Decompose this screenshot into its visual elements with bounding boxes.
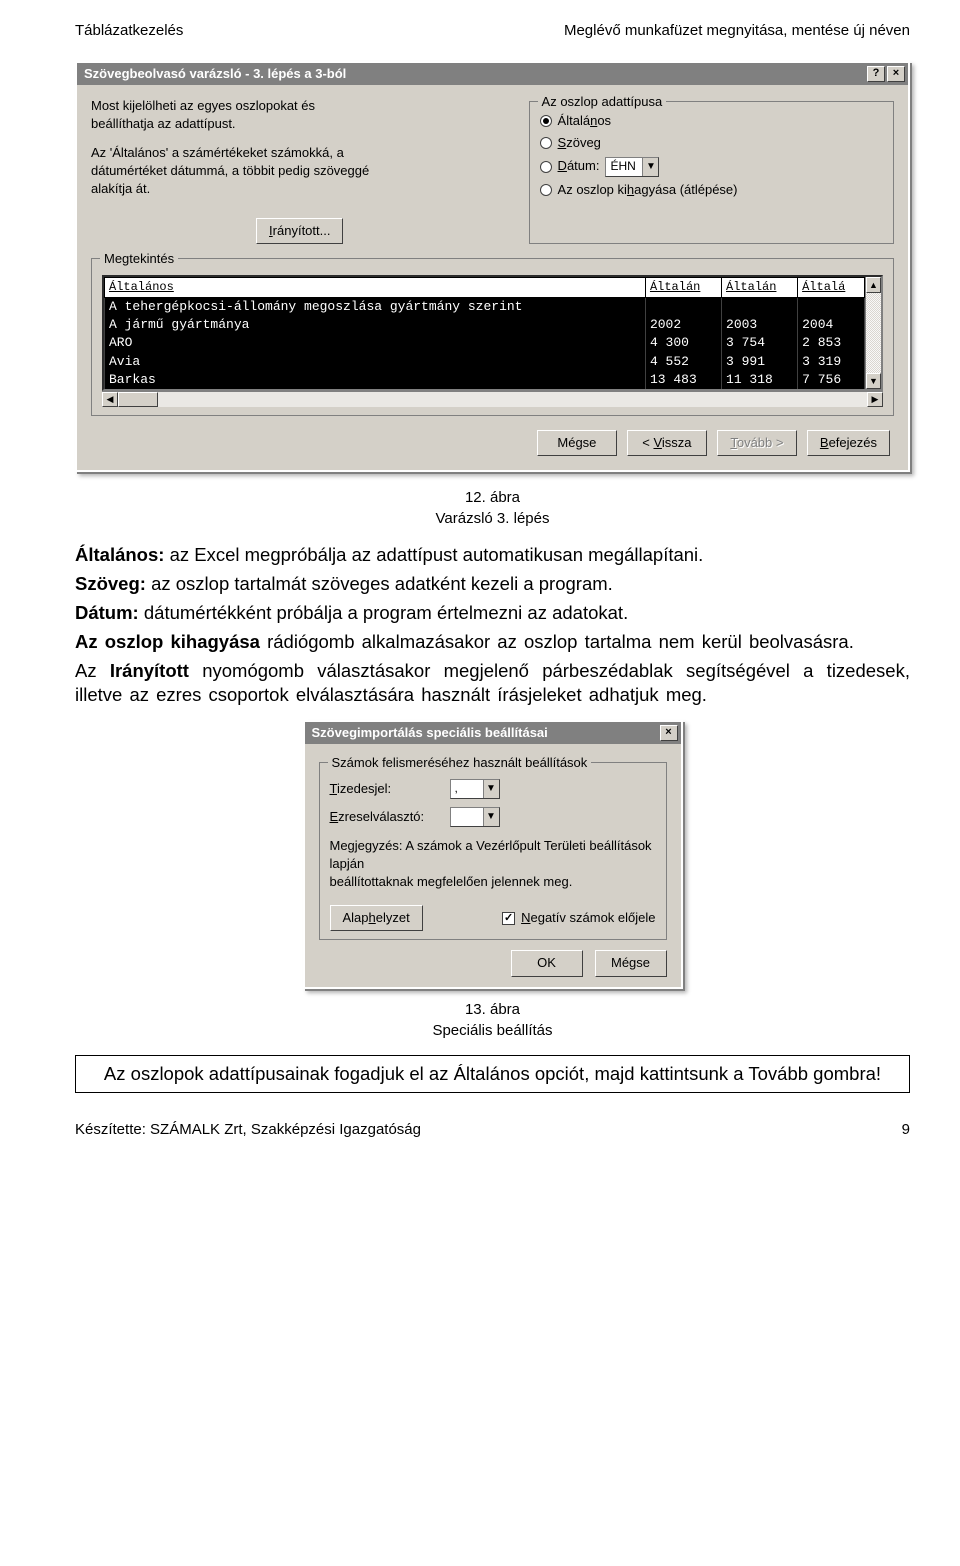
reset-button[interactable]: Alaphelyzet	[330, 905, 423, 931]
thousands-dropdown[interactable]: ▼	[450, 807, 500, 827]
preview-cell: 4 552	[645, 353, 721, 371]
footer-left: Készítette: SZÁMALK Zrt, Szakképzési Iga…	[75, 1119, 421, 1140]
advanced-titlebar: Szövegimportálás speciális beállításai ×	[305, 722, 681, 744]
chevron-down-icon: ▼	[642, 158, 658, 176]
vertical-scrollbar[interactable]: ▲ ▼	[865, 277, 881, 389]
preview-header: Általá	[798, 278, 865, 298]
decimal-value: ,	[455, 780, 483, 797]
cancel-button[interactable]: Mégse	[537, 430, 617, 456]
negative-checkbox[interactable]: ✓ Negatív számok előjele	[502, 909, 655, 927]
advanced-dialog: Szövegimportálás speciális beállításai ×…	[303, 720, 683, 989]
desc-line3: alakítja át.	[91, 180, 509, 198]
preview-cell	[798, 298, 865, 317]
scroll-right-icon: ▶	[867, 392, 883, 407]
header-right: Meglévő munkafüzet megnyitása, mentése ú…	[564, 20, 910, 41]
chevron-down-icon: ▼	[483, 780, 499, 798]
preview-header: Általán	[645, 278, 721, 298]
finish-button[interactable]: Befejezés	[807, 430, 890, 456]
back-button[interactable]: < Vissza	[627, 430, 707, 456]
fig12-caption: Varázsló 3. lépés	[75, 508, 910, 529]
date-format-dropdown[interactable]: ÉHN ▼	[605, 157, 659, 177]
para-date: Dátum: dátumértékként próbálja a program…	[75, 601, 910, 625]
intro-text: Most kijelölheti az egyes oszlopokat és …	[91, 97, 509, 133]
next-button[interactable]: Tovább >	[717, 430, 797, 456]
advanced-title: Szövegimportálás speciális beállításai	[308, 724, 548, 742]
help-button[interactable]: ?	[867, 66, 885, 82]
radio-skip[interactable]: Az oszlop kihagyása (átlépése)	[540, 179, 883, 201]
preview-cell	[645, 298, 721, 317]
preview-cell: Barkas	[105, 371, 646, 389]
close-button[interactable]: ×	[887, 66, 905, 82]
decimal-label: Tizedesjel:	[330, 780, 440, 798]
desc-line2: dátumértéket dátummá, a többit pedig szö…	[91, 162, 509, 180]
noteap-note-line1: Megjegyzés: A számok a Vezérlőpult Terül…	[330, 837, 656, 873]
intro-line1: Most kijelölheti az egyes oszlopokat és	[91, 97, 509, 115]
fig13-number: 13. ábra	[75, 999, 910, 1020]
preview-cell: ARO	[105, 334, 646, 352]
preview-cell	[722, 298, 798, 317]
radio-general[interactable]: Általános	[540, 110, 883, 132]
preview-cell: 13 483	[645, 371, 721, 389]
scroll-down-icon: ▼	[866, 373, 881, 389]
ok-button[interactable]: OK	[511, 950, 583, 976]
note-line2: beállítottaknak megfelelően jelennek meg…	[330, 873, 656, 891]
close-button[interactable]: ×	[660, 725, 678, 741]
preview-cell: A tehergépkocsi-állomány megoszlása gyár…	[105, 298, 646, 317]
scroll-left-icon: ◀	[102, 392, 118, 407]
para-advanced: Az Irányított nyomógomb választásakor me…	[75, 659, 910, 707]
radio-icon	[540, 184, 552, 196]
preview-area: Általános Általán Általán Általá A teher…	[102, 275, 883, 391]
preview-table: Általános Általán Általán Általá A teher…	[104, 277, 865, 389]
horizontal-scrollbar[interactable]: ◀ ▶	[102, 391, 883, 407]
number-settings-legend: Számok felismeréséhez használt beállítás…	[328, 754, 592, 772]
advanced-button[interactable]: Irányított...	[256, 218, 343, 244]
preview-cell: A jármű gyártmánya	[105, 316, 646, 334]
radio-icon	[540, 115, 552, 127]
desc-line1: Az 'Általános' a számértékeket számokká,…	[91, 144, 509, 162]
cancel-button-2[interactable]: Mégse	[595, 950, 667, 976]
wizard-titlebar: Szövegbeolvasó varázsló - 3. lépés a 3-b…	[77, 63, 908, 85]
para-general: Általános: az Excel megpróbálja az adatt…	[75, 543, 910, 567]
preview-cell: 3 319	[798, 353, 865, 371]
thousands-label: Ezreselválasztó:	[330, 808, 440, 826]
date-format-value: ÉHN	[610, 158, 642, 175]
radio-text[interactable]: Szöveg	[540, 132, 883, 154]
preview-cell: 2002	[645, 316, 721, 334]
header-left: Táblázatkezelés	[75, 20, 183, 41]
scroll-up-icon: ▲	[866, 277, 881, 293]
wizard-dialog: Szövegbeolvasó varázsló - 3. lépés a 3-b…	[75, 61, 910, 472]
preview-cell: 4 300	[645, 334, 721, 352]
desc-text: Az 'Általános' a számértékeket számokká,…	[91, 144, 509, 199]
chevron-down-icon: ▼	[483, 808, 499, 826]
radio-icon	[540, 161, 552, 173]
preview-cell: 7 756	[798, 371, 865, 389]
col-type-legend: Az oszlop adattípusa	[538, 93, 667, 111]
preview-cell: 3 754	[722, 334, 798, 352]
preview-cell: 11 318	[722, 371, 798, 389]
preview-cell: Avia	[105, 353, 646, 371]
wizard-title: Szövegbeolvasó varázsló - 3. lépés a 3-b…	[80, 65, 346, 83]
para-text: Szöveg: az oszlop tartalmát szöveges ada…	[75, 572, 910, 596]
preview-cell: 2004	[798, 316, 865, 334]
preview-cell: 2003	[722, 316, 798, 334]
instruction-box: Az oszlopok adattípusainak fogadjuk el a…	[75, 1055, 910, 1093]
preview-header: Általános	[105, 278, 646, 298]
radio-date[interactable]: Dátum: ÉHN ▼	[540, 155, 883, 179]
preview-cell: 2 853	[798, 334, 865, 352]
note-text: Megjegyzés: A számok a Vezérlőpult Terül…	[330, 837, 656, 892]
intro-line2: beállíthatja az adattípust.	[91, 115, 509, 133]
fig12-number: 12. ábra	[75, 487, 910, 508]
preview-header: Általán	[722, 278, 798, 298]
preview-legend: Megtekintés	[100, 250, 178, 268]
decimal-dropdown[interactable]: , ▼	[450, 779, 500, 799]
radio-icon	[540, 137, 552, 149]
page-number: 9	[902, 1119, 910, 1140]
checkbox-icon: ✓	[502, 912, 515, 925]
fig13-caption: Speciális beállítás	[75, 1020, 910, 1041]
para-skip: Az oszlop kihagyása rádiógomb alkalmazás…	[75, 630, 910, 654]
preview-cell: 3 991	[722, 353, 798, 371]
